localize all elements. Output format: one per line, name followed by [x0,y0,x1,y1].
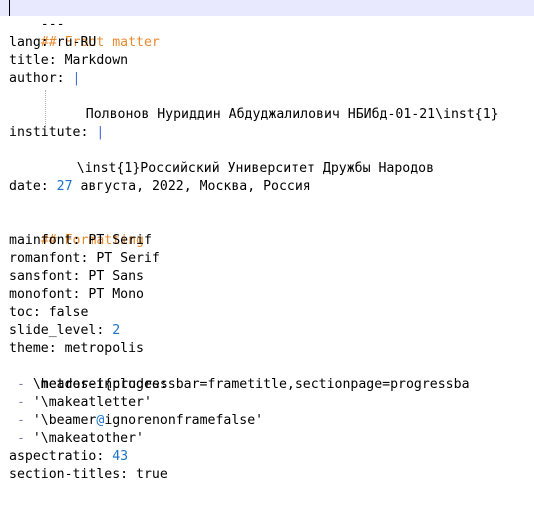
code-line-slide-level[interactable]: slide_level: 2 [9,322,120,340]
code-line-2[interactable]: ## Front matter [9,16,160,50]
block-pipe: | [96,125,105,140]
value-romanfont: PT Serif [88,251,160,266]
code-line-romanfont[interactable]: romanfont: PT Serif [9,250,160,268]
code-editor[interactable]: --- ## Front matter lang: ru-RU title: M… [0,0,534,518]
code-line-monofont[interactable]: monofont: PT Mono [9,286,144,304]
value-sansfont: PT Sans [80,269,144,284]
list-dash: - [9,413,33,428]
code-line-include-1[interactable]: - \metroset{progressbar=frametitle,secti… [9,376,470,394]
value-institute: \inst{1}Российский Университет Дружбы На… [76,161,435,176]
value-toc: false [40,305,89,320]
key-section-titles: section-titles: [9,467,129,482]
code-line-title[interactable]: title: Markdown [9,52,128,70]
key-aspectratio: aspectratio: [9,449,105,464]
include-metroset: \metroset{progressbar=frametitle,section… [32,377,470,392]
code-line-sansfont[interactable]: sansfont: PT Sans [9,268,144,286]
code-line-theme[interactable]: theme: metropolis [9,340,144,358]
value-slide-level: 2 [112,323,121,338]
value-date: августа, 2022, Москва, Россия [72,179,311,194]
include-makeatletter: '\makeatletter' [32,395,152,410]
value-section-titles: true [128,467,168,482]
code-line-mainfont[interactable]: mainfont: PT Serif [9,232,152,250]
code-line-author-value[interactable]: Полвонов Нуриддин Абдуджалилович НБИбд-0… [54,88,499,122]
value-lang: ru-RU [48,35,97,50]
key-mainfont: mainfont: [9,233,81,248]
block-pipe: | [72,71,81,86]
key-monofont: monofont: [9,287,81,302]
key-romanfont: romanfont: [9,251,89,266]
code-line-institute-value[interactable]: \inst{1}Российский Университет Дружбы На… [45,142,434,176]
value-aspectratio: 43 [112,449,129,464]
code-line-author[interactable]: author: | [9,70,80,88]
key-theme: theme: [9,341,57,356]
list-dash: - [9,377,33,392]
code-line-aspectratio[interactable]: aspectratio: 43 [9,448,128,466]
code-line-header-includes[interactable]: header-includes: [9,358,168,392]
code-line-1[interactable]: --- [9,0,65,32]
date-number: 27 [56,179,73,194]
include-makeatother: '\makeatother' [32,431,144,446]
include-beamer-a: '\beamer [32,413,97,428]
value-mainfont: PT Serif [80,233,152,248]
key-title: title: [9,53,57,68]
code-line-include-3[interactable]: - '\beamer@ignorenonframefalse' [9,412,263,430]
code-line-institute[interactable]: institute: | [9,124,104,142]
code-line-include-2[interactable]: - '\makeatletter' [9,394,152,412]
value-author: Полвонов Нуриддин Абдуджалилович НБИбд-0… [85,107,499,122]
value-monofont: PT Mono [80,287,144,302]
key-author: author: [9,71,65,86]
code-line-toc[interactable]: toc: false [9,304,88,322]
include-beamer-b: ignorenonframefalse' [104,413,264,428]
key-toc: toc: [9,305,41,320]
list-dash: - [9,395,33,410]
current-line-highlight [0,0,534,16]
key-sansfont: sansfont: [9,269,81,284]
code-line-include-4[interactable]: - '\makeatother' [9,430,144,448]
code-line-end-delimiter[interactable]: --- [9,500,65,518]
code-line-date[interactable]: date: 27 августа, 2022, Москва, Россия [9,178,311,196]
value-title: Markdown [56,53,129,68]
key-date: date: [9,179,49,194]
key-slide-level: slide_level: [9,323,105,338]
code-line-lang[interactable]: lang: ru-RU [9,34,96,52]
value-theme: metropolis [56,341,144,356]
code-line-formatting[interactable]: ## Formatting [9,214,144,248]
code-line-section-titles[interactable]: section-titles: true [9,466,168,484]
indent-guide [45,90,47,126]
list-dash: - [9,431,33,446]
key-institute: institute: [9,125,89,140]
key-lang: lang: [9,35,49,50]
